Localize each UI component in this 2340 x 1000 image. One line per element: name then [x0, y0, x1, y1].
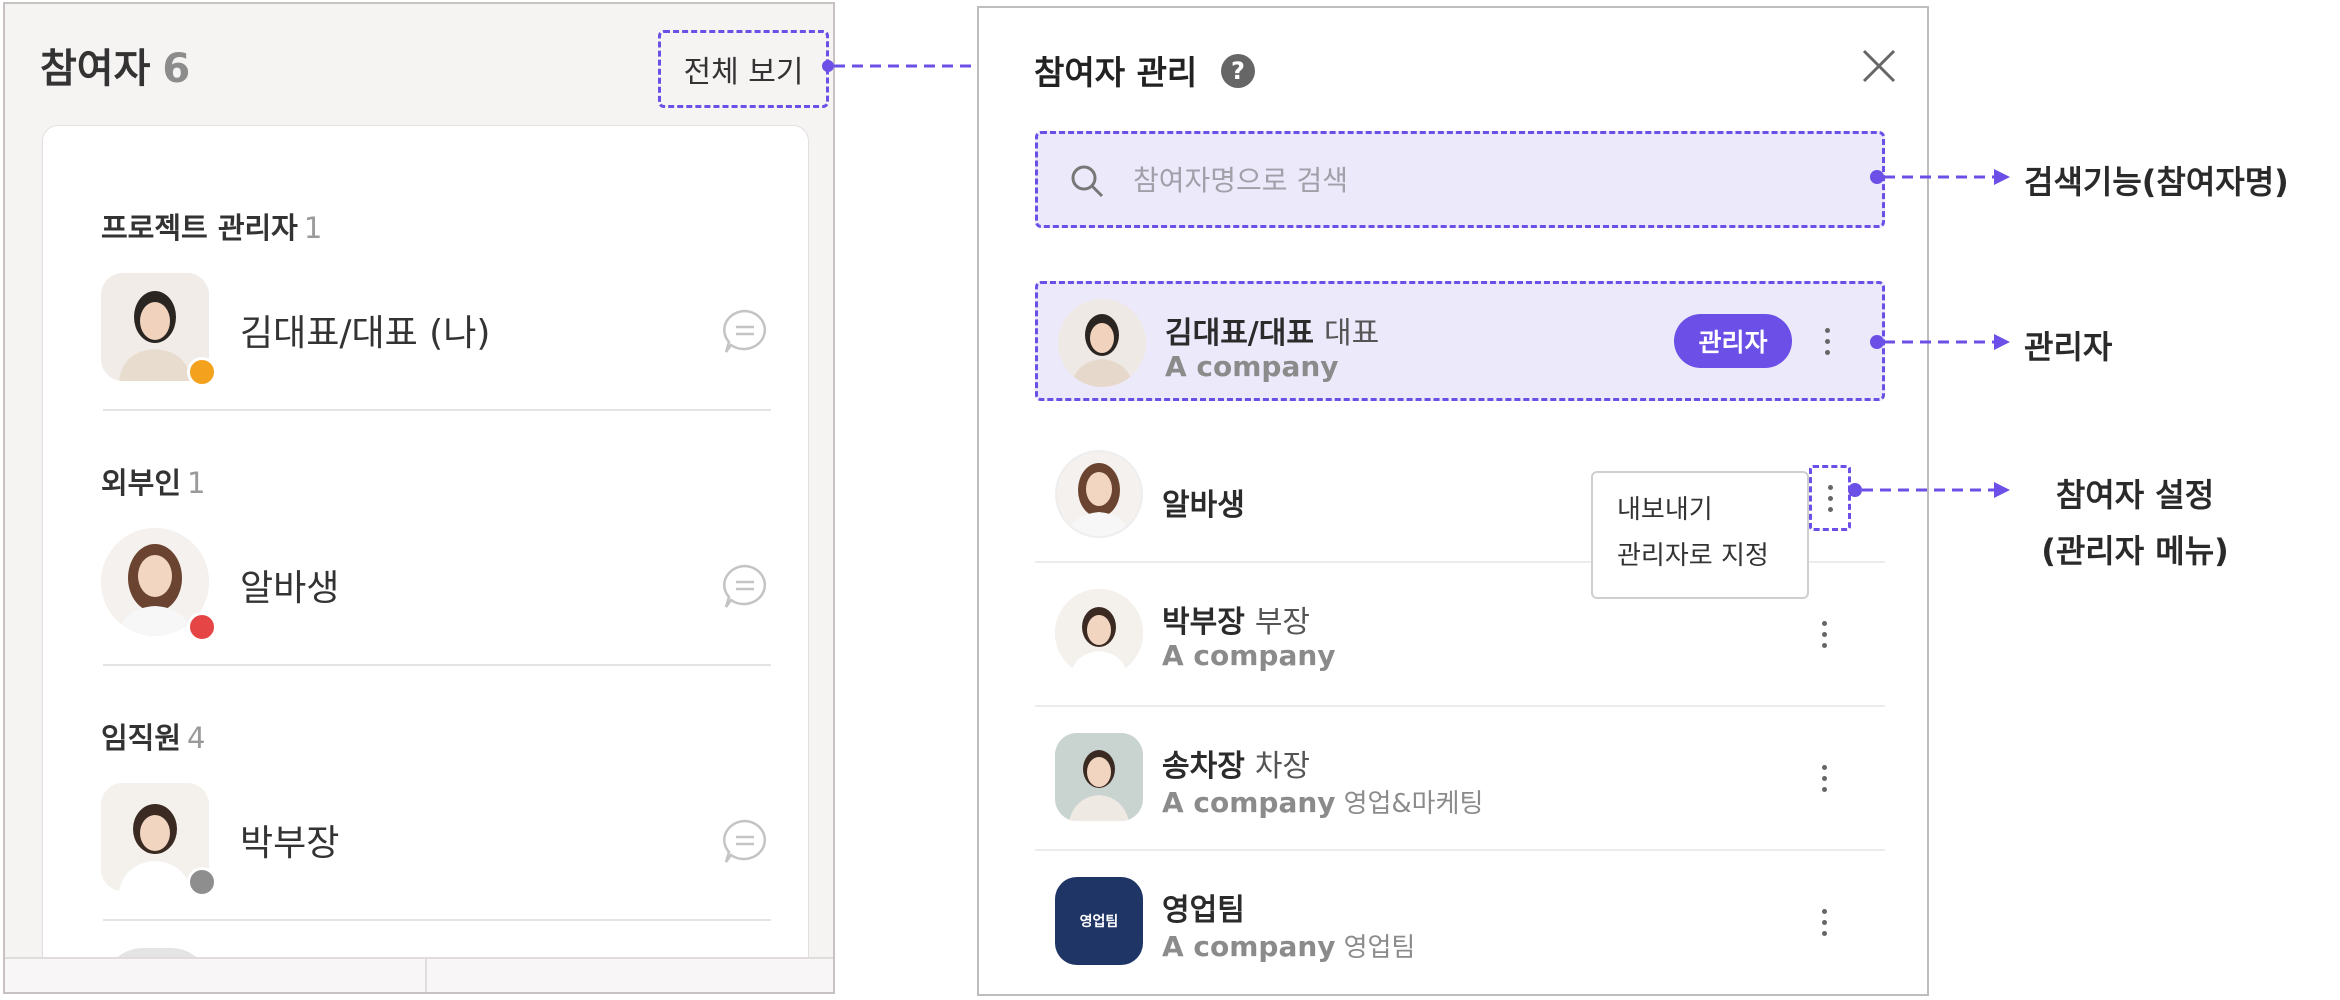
member-title: 부장 — [1254, 605, 1311, 640]
help-icon[interactable]: ? — [1221, 54, 1255, 88]
status-dot — [187, 867, 217, 897]
avatar — [1055, 733, 1143, 821]
section-count: 1 — [187, 466, 206, 500]
section-title: 프로젝트 관리자 — [101, 211, 298, 245]
panel-title-text: 참여자 — [40, 46, 151, 92]
divider — [103, 664, 771, 666]
company-name: A company — [1162, 786, 1336, 819]
search-icon — [1068, 162, 1106, 200]
member-name: 김대표/대표 (나) — [240, 313, 491, 354]
member-name-text: 김대표/대표 — [1165, 316, 1314, 351]
company-name: A company — [1162, 930, 1336, 963]
admin-badge: 관리자 — [1674, 314, 1792, 368]
member-name: 영업팀 — [1162, 893, 1245, 928]
menu-item-export[interactable]: 내보내기 — [1617, 487, 1807, 533]
search-box — [1035, 131, 1885, 228]
participant-count: 6 — [162, 46, 191, 92]
member-row[interactable]: 송차장 차장 A company 영업&마케팅 — [1035, 719, 1885, 839]
panel-footer — [5, 957, 833, 992]
annotation-search: 검색기능(참여자명) — [2024, 163, 2289, 201]
avatar[interactable] — [101, 528, 217, 642]
avatar — [1058, 299, 1146, 387]
divider — [1035, 849, 1885, 851]
menu-item-set-admin[interactable]: 관리자로 지정 — [1617, 533, 1807, 579]
section-title: 외부인 — [101, 466, 182, 500]
member-name: 알바생 — [240, 568, 340, 609]
more-menu-icon[interactable] — [1809, 756, 1839, 800]
member-name-text: 송차장 — [1162, 749, 1245, 784]
member-company: A company 영업&마케팅 — [1162, 783, 1483, 820]
search-input[interactable] — [1133, 156, 1833, 204]
divider — [103, 919, 771, 921]
chat-icon[interactable] — [719, 561, 771, 613]
chat-icon[interactable] — [719, 306, 771, 358]
section-label-external: 외부인 1 — [101, 460, 206, 502]
section-count: 4 — [187, 721, 206, 755]
dialog-title: 참여자 관리 — [1034, 53, 1198, 92]
team-avatar: 영업팀 — [1055, 877, 1143, 965]
member-row-admin[interactable]: 김대표/대표 대표 A company 관리자 — [1035, 281, 1885, 401]
panel-title: 참여자 6 — [40, 36, 190, 94]
annotation-settings-line1: 참여자 설정 — [2055, 476, 2215, 514]
department: 영업&마케팅 — [1343, 789, 1484, 819]
member-row[interactable]: 영업팀 영업팀 A company 영업팀 — [1035, 863, 1885, 983]
member-company: A company 영업팀 — [1162, 927, 1415, 964]
participant-management-dialog: 참여자 관리 ? 김대표/대표 대표 A company 관리자 알바생 박부장 부… — [977, 6, 1929, 996]
section-label-employees: 임직원 4 — [101, 715, 206, 757]
more-menu-icon[interactable] — [1809, 612, 1839, 656]
avatar — [1055, 589, 1143, 677]
view-all-button[interactable]: 전체 보기 — [658, 30, 829, 108]
divider — [103, 409, 771, 411]
close-icon[interactable] — [1859, 46, 1899, 86]
connector-arrow — [1870, 334, 2010, 350]
chat-icon[interactable] — [719, 816, 771, 868]
member-name: 박부장 — [240, 823, 340, 864]
member-name: 김대표/대표 대표 — [1165, 308, 1379, 352]
divider — [1035, 705, 1885, 707]
participant-list-card: 프로젝트 관리자 1 김대표/대표 (나) 외부인 1 알바생 임직원 4 박부… — [42, 125, 809, 992]
more-menu-icon[interactable] — [1812, 319, 1842, 363]
member-name: 알바생 — [1162, 488, 1245, 523]
participants-panel: 참여자 6 전체 보기 프로젝트 관리자 1 김대표/대표 (나) 외부인 1 알 — [3, 2, 835, 994]
status-dot — [187, 357, 217, 387]
member-company: A company — [1165, 350, 1339, 383]
annotation-settings: 참여자 설정 (관리자 메뉴) — [2030, 470, 2240, 572]
connector-arrow — [1870, 169, 2010, 185]
department: 영업팀 — [1343, 933, 1416, 963]
context-menu: 내보내기 관리자로 지정 — [1591, 471, 1809, 599]
section-count: 1 — [303, 211, 323, 245]
annotation-admin: 관리자 — [2024, 328, 2113, 366]
member-name: 송차장 차장 — [1162, 741, 1310, 785]
member-name-text: 박부장 — [1162, 605, 1245, 640]
more-menu-icon[interactable] — [1809, 900, 1839, 944]
member-company: A company — [1162, 639, 1336, 672]
status-dot — [187, 612, 217, 642]
avatar[interactable] — [101, 783, 217, 897]
annotation-settings-line2: (관리자 메뉴) — [2041, 532, 2229, 570]
avatar — [1055, 450, 1143, 538]
connector-arrow — [1848, 482, 2010, 498]
member-title: 차장 — [1254, 749, 1311, 784]
member-title: 대표 — [1323, 316, 1380, 351]
more-menu-button-open[interactable] — [1809, 465, 1851, 531]
member-name: 박부장 부장 — [1162, 597, 1310, 641]
avatar[interactable] — [101, 273, 217, 387]
section-label-project-admin: 프로젝트 관리자 1 — [101, 205, 322, 247]
section-title: 임직원 — [101, 721, 182, 755]
